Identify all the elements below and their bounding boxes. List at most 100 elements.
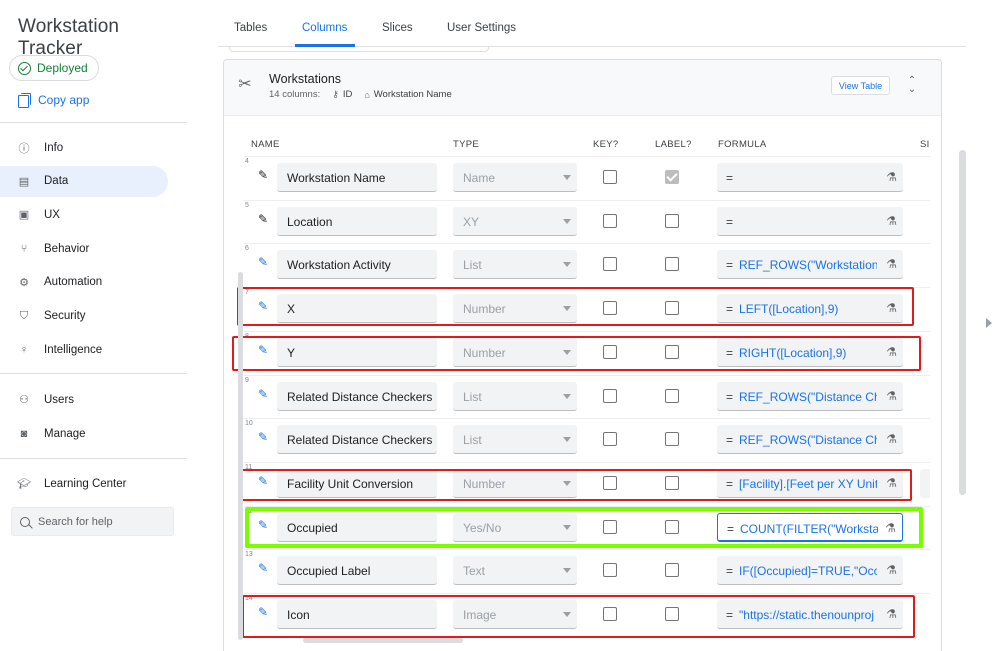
sidebar-item-data[interactable]: ▤ Data [0,165,168,197]
pencil-icon[interactable]: ✎ [258,387,268,401]
formula-field[interactable]: = REF_ROWS("Distance Che ⚗︎ [717,425,903,455]
vertical-scrollbar[interactable] [959,150,966,495]
column-count: 14 columns: [269,89,321,100]
equals-sign: = [726,258,734,273]
row-divider [244,461,930,463]
flask-icon[interactable]: ⚗︎ [886,170,897,184]
view-table-button[interactable]: View Table [831,76,890,95]
tab-slices[interactable]: Slices [382,22,413,34]
collapse-icon[interactable]: ⌃ ⌄ [905,76,919,95]
sidebar-item-info[interactable]: ⓘ Info [0,132,168,163]
tab-user-settings[interactable]: User Settings [447,22,516,34]
behavior-icon: ⑂ [20,242,28,255]
column-type-select[interactable]: List [453,381,577,411]
shield-icon: ⛉ [19,309,29,322]
sidebar-item-intelligence[interactable]: ♀ Intelligence [0,334,168,365]
formula-field[interactable]: = REF_ROWS("Workstation ⚗︎ [717,250,903,280]
key-checkbox[interactable] [603,432,617,447]
users-icon: ⚇ [19,394,29,406]
label-column-meta: ⌂ Workstation Name [364,89,451,100]
label-checkbox[interactable] [665,213,679,228]
tab-tables[interactable]: Tables [234,22,267,34]
table-row: 6 ✎ Workstation Activity List = REF_ROWS("Wor… [244,243,930,287]
column-type-value: List [463,258,482,273]
column-type-select[interactable]: Name [453,163,577,192]
key-checkbox[interactable] [603,257,617,272]
key-checkbox[interactable] [603,388,617,403]
key-checkbox[interactable] [603,170,617,184]
column-name-field[interactable]: Related Distance Checkers [277,425,437,455]
key-icon: ⚷ [332,89,339,99]
sidebar-item-behavior[interactable]: ⑂ Behavior [0,233,168,264]
flask-icon[interactable]: ⚗︎ [886,432,897,446]
column-name-field[interactable]: Workstation Activity [277,250,437,280]
show-field[interactable] [920,468,930,498]
horizontal-scrollbar[interactable] [303,638,463,643]
flask-icon[interactable]: ⚗︎ [886,257,897,271]
pencil-icon[interactable]: ✎ [258,255,268,269]
lightbulb-icon: ♀ [19,343,29,356]
highlight-box-red [242,595,915,638]
key-checkbox[interactable] [603,563,617,578]
column-type-select[interactable]: List [453,425,577,455]
card-header: ✂︎ Workstations 14 columns: ⚷ ID ⌂ Works… [224,60,941,116]
row-number: 10 [245,420,253,428]
formula-value: REF_ROWS("Distance Che [739,433,877,448]
flask-icon[interactable]: ⚗︎ [886,563,897,577]
column-name-field[interactable]: Related Distance Checkers [277,381,437,411]
column-type-select[interactable]: XY [453,206,577,236]
key-checkbox[interactable] [603,213,617,228]
vertical-scrollbar-inner[interactable] [238,272,243,640]
sidebar-item-ux[interactable]: ▣ UX [0,199,168,230]
column-type-select[interactable]: List [453,250,577,280]
formula-field[interactable]: = ⚗︎ [717,206,903,236]
deployed-status-badge[interactable]: Deployed [9,55,99,81]
expand-right-icon[interactable] [986,318,992,328]
column-type-select[interactable]: Text [453,556,577,586]
column-name-field[interactable]: Occupied Label [277,556,437,586]
pencil-icon[interactable]: ✎ [258,430,268,444]
pencil-icon[interactable]: ✎ [258,212,268,226]
label-checkbox[interactable] [665,432,679,447]
label-checkbox[interactable] [665,170,679,184]
pencil-icon[interactable]: ✎ [258,168,268,182]
table-meta: 14 columns: ⚷ ID ⌂ Workstation Name [269,89,452,100]
table-row: 10 ✎ Related Distance Checkers List = REF_ROW… [244,418,930,462]
column-name-field[interactable]: Workstation Name [277,163,437,192]
help-search-input[interactable]: Search for help [11,507,174,536]
sidebar-item-label: Users [44,393,75,406]
row-number: 5 [245,201,249,209]
row-divider [244,549,930,551]
formula-field[interactable]: = ⚗︎ [717,163,903,192]
sidebar-divider [0,458,187,459]
row-number: 4 [245,158,249,165]
sidebar: Workstation Tracker Deployed Copy app ⓘ I… [0,0,188,651]
formula-field[interactable]: = REF_ROWS("Distance Che ⚗︎ [717,381,903,411]
caret-down-icon [563,262,571,268]
caret-down-icon [563,437,571,443]
tab-columns[interactable]: Columns [302,22,347,34]
formula-value: REF_ROWS("Workstation [739,258,877,273]
info-icon: ⓘ [18,142,30,155]
sidebar-item-users[interactable]: ⚇ Users [0,384,168,415]
pencil-icon[interactable]: ✎ [258,561,268,575]
label-checkbox[interactable] [665,563,679,578]
flask-icon[interactable]: ⚗︎ [886,214,897,228]
row-number: 9 [245,376,249,384]
label-checkbox[interactable] [665,257,679,272]
column-name-field[interactable]: Location [277,206,437,236]
sidebar-item-label: Info [44,141,64,154]
flask-icon[interactable]: ⚗︎ [886,389,897,403]
sidebar-item-security[interactable]: ⛉ Security [0,301,168,332]
copy-app-link[interactable]: Copy app [18,93,89,108]
sidebar-item-automation[interactable]: ⚙︎ Automation [0,267,168,298]
formula-field[interactable]: = IF([Occupied]=TRUE,"Occu ⚗︎ [717,556,903,586]
sidebar-item-learning-center[interactable]: 🎓︎ Learning Center [0,468,168,499]
row-divider [244,199,930,201]
check-circle-icon [18,61,31,75]
header-show: SI [920,139,930,150]
sidebar-item-manage[interactable]: ◙ Manage [0,418,168,449]
automation-icon: ⚙︎ [19,276,29,289]
highlight-box-green [245,507,923,548]
label-checkbox[interactable] [665,388,679,403]
